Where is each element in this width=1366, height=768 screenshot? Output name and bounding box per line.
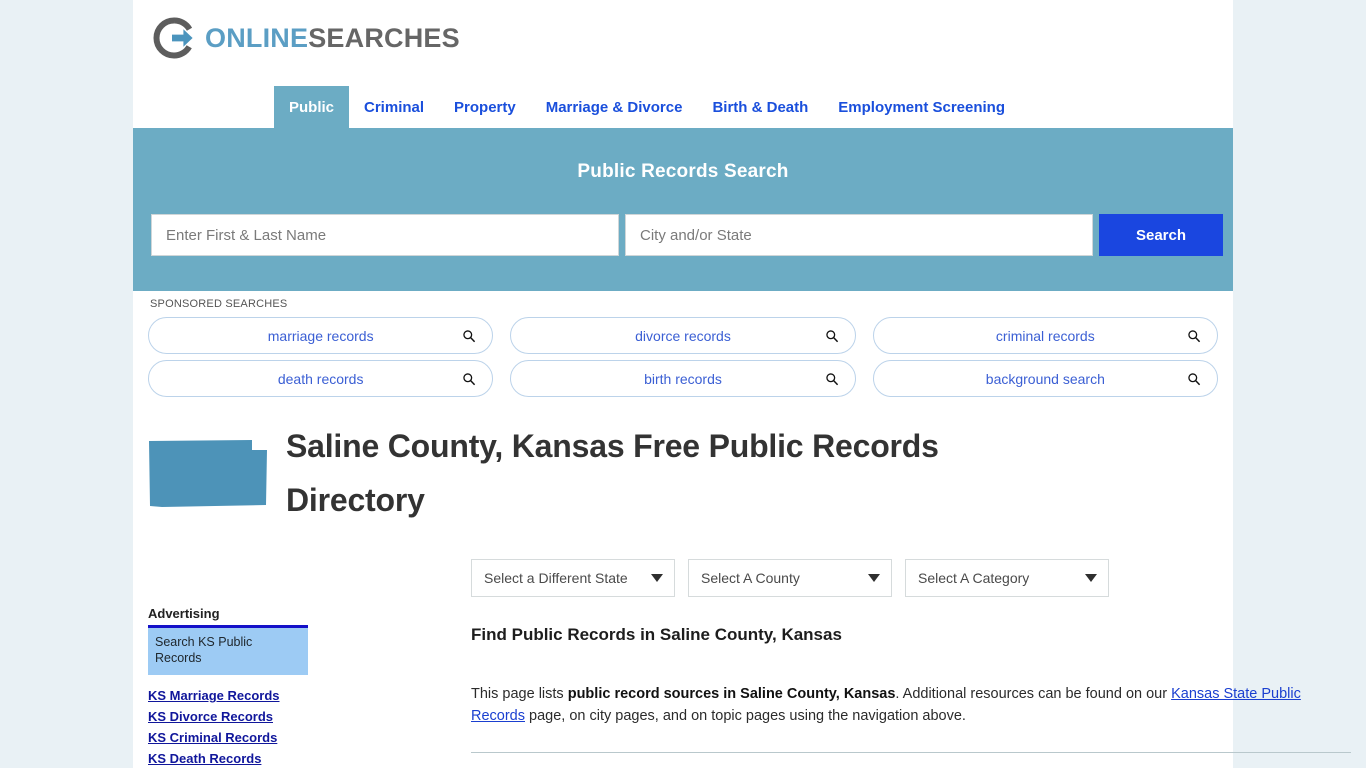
intro-text-tail: page, on city pages, and on topic pages … — [525, 708, 966, 725]
content-column: ONLINESEARCHES Public Criminal Property … — [133, 0, 1351, 768]
sponsored-pill-label: death records — [277, 370, 364, 387]
category-select[interactable]: Select A Category — [905, 559, 1109, 597]
state-map-wrapper — [148, 420, 276, 510]
sponsored-pill-label: divorce records — [635, 327, 731, 344]
sponsored-pill-marriage-records[interactable]: marriage records — [148, 317, 494, 354]
sponsored-searches-label: SPONSORED SEARCHES — [150, 298, 288, 310]
sidebar: Advertising Search KS Public Records KS … — [148, 606, 308, 768]
sidebar-link-ks-criminal-records[interactable]: KS Criminal Records — [148, 730, 308, 745]
search-panel-title: Public Records Search — [577, 161, 789, 182]
main-content: Find Public Records in Saline County, Ka… — [471, 625, 1351, 768]
nav-item-property[interactable]: Property — [439, 86, 531, 128]
category-select-value: Select A Category — [918, 570, 1030, 586]
circle-arrow-logo-icon — [153, 17, 193, 59]
county-select[interactable]: Select A County — [688, 559, 892, 597]
search-submit-button[interactable]: Search — [1099, 214, 1223, 256]
search-icon — [1188, 329, 1201, 342]
state-select[interactable]: Select a Different State — [471, 559, 675, 597]
page-title: Saline County, Kansas Free Public Record… — [286, 428, 939, 518]
nav-item-birth-death[interactable]: Birth & Death — [697, 86, 823, 128]
chevron-down-icon — [1085, 574, 1097, 582]
intro-text-bold: public record sources in Saline County, … — [567, 686, 896, 702]
site-logo[interactable]: ONLINESEARCHES — [153, 17, 460, 59]
logo-wordmark: ONLINESEARCHES — [205, 22, 460, 53]
sponsored-pill-divorce-records[interactable]: divorce records — [510, 317, 856, 354]
advertising-label: Advertising — [148, 606, 220, 621]
nav-item-marriage-divorce[interactable]: Marriage & Divorce — [531, 86, 698, 128]
logo-text-searches: SEARCHES — [308, 22, 460, 53]
chevron-down-icon — [868, 574, 880, 582]
name-search-input[interactable] — [151, 214, 619, 256]
search-icon — [463, 329, 476, 342]
logo-text-online: ONLINE — [205, 22, 309, 53]
intro-text-lead: This page lists — [471, 686, 568, 702]
sidebar-links: KS Marriage Records KS Divorce Records K… — [148, 688, 308, 768]
city-state-search-input[interactable] — [625, 214, 1093, 256]
sponsored-pill-label: background search — [985, 370, 1105, 387]
sponsored-search-grid: marriage records divorce records crimina… — [148, 317, 1218, 397]
sidebar-link-ks-divorce-records[interactable]: KS Divorce Records — [148, 709, 308, 724]
nav-item-public[interactable]: Public — [274, 86, 350, 128]
section-heading: Find Public Records in Saline County, Ka… — [471, 625, 842, 644]
sidebar-ad-box[interactable]: Search KS Public Records — [148, 625, 308, 676]
sidebar-link-ks-death-records[interactable]: KS Death Records — [148, 751, 308, 766]
search-icon — [463, 372, 476, 385]
sponsored-pill-label: marriage records — [267, 327, 374, 344]
search-icon — [1188, 372, 1201, 385]
section-divider — [471, 751, 1351, 753]
sponsored-pill-birth-records[interactable]: birth records — [510, 360, 856, 397]
public-records-search-panel: Public Records Search Search — [133, 128, 1233, 291]
chevron-down-icon — [651, 574, 663, 582]
intro-paragraph: This page lists public record sources in… — [471, 683, 1351, 728]
filter-select-row: Select a Different State Select A County… — [471, 559, 1109, 597]
sponsored-pill-label: birth records — [644, 370, 722, 387]
sponsored-pill-label: criminal records — [995, 327, 1095, 344]
search-icon — [825, 329, 838, 342]
search-form: Search — [151, 214, 1223, 256]
page-root: ONLINESEARCHES Public Criminal Property … — [0, 0, 1366, 768]
nav-item-criminal[interactable]: Criminal — [349, 86, 439, 128]
main-navigation: Public Criminal Property Marriage & Divo… — [133, 86, 1233, 128]
kansas-state-map-icon — [149, 440, 267, 507]
page-title-row: Saline County, Kansas Free Public Record… — [133, 420, 1233, 528]
search-icon — [825, 372, 838, 385]
intro-text-mid: . Additional resources can be found on o… — [895, 686, 1172, 702]
state-select-value: Select a Different State — [484, 570, 628, 586]
sidebar-link-ks-marriage-records[interactable]: KS Marriage Records — [148, 688, 308, 703]
sponsored-pill-background-search[interactable]: background search — [872, 360, 1218, 397]
sponsored-searches-section: SPONSORED SEARCHES marriage records divo… — [133, 291, 1233, 397]
nav-item-employment-screening[interactable]: Employment Screening — [823, 86, 1020, 128]
sponsored-pill-criminal-records[interactable]: criminal records — [872, 317, 1218, 354]
sponsored-pill-death-records[interactable]: death records — [148, 360, 494, 397]
county-select-value: Select A County — [701, 570, 800, 586]
